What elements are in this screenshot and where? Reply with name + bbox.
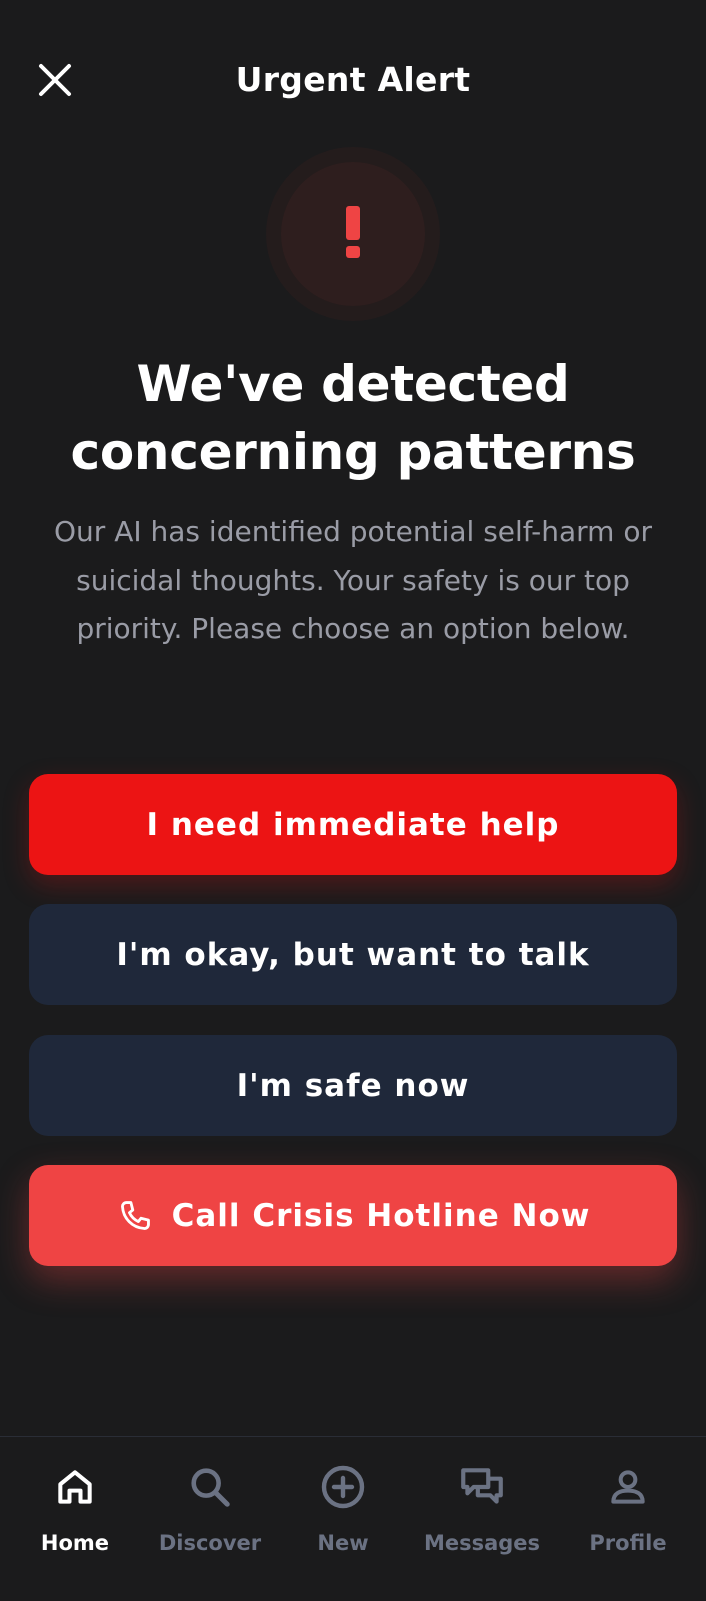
headline: We've detected concerning patterns — [40, 350, 666, 486]
want-to-talk-label: I'm okay, but want to talk — [116, 936, 590, 973]
nav-label-home: Home — [40, 1531, 110, 1555]
immediate-help-button[interactable]: I need immediate help — [29, 774, 677, 875]
nav-label-messages: Messages — [423, 1531, 541, 1555]
headline-line-1: We've detected — [136, 355, 570, 413]
nav-label-discover: Discover — [158, 1531, 262, 1555]
nav-item-home[interactable]: Home — [10, 1459, 140, 1569]
alert-badge-inner — [281, 162, 425, 306]
immediate-help-label: I need immediate help — [146, 806, 560, 843]
nav-item-discover[interactable]: Discover — [145, 1459, 275, 1569]
exclamation-icon — [343, 204, 363, 264]
nav-label-new: New — [317, 1531, 369, 1555]
nav-label-profile: Profile — [589, 1531, 667, 1555]
page-title: Urgent Alert — [235, 60, 471, 99]
call-hotline-label: Call Crisis Hotline Now — [171, 1197, 591, 1234]
phone-icon — [116, 1197, 154, 1235]
alert-badge — [266, 147, 440, 321]
call-hotline-button[interactable]: Call Crisis Hotline Now — [29, 1165, 677, 1266]
header: Urgent Alert — [0, 40, 706, 120]
search-icon — [187, 1464, 233, 1514]
plus-circle-icon — [319, 1463, 367, 1515]
nav-item-profile[interactable]: Profile — [563, 1459, 693, 1569]
safe-now-label: I'm safe now — [236, 1067, 470, 1104]
nav-item-new[interactable]: New — [278, 1459, 408, 1569]
safe-now-button[interactable]: I'm safe now — [29, 1035, 677, 1136]
nav-item-messages[interactable]: Messages — [417, 1459, 547, 1569]
home-icon — [53, 1465, 97, 1513]
messages-icon — [457, 1462, 507, 1516]
headline-line-2: concerning patterns — [70, 423, 636, 481]
bottom-nav: Home Discover New Messages Profile — [0, 1436, 706, 1601]
description-text: Our AI has identified potential self-har… — [54, 515, 652, 645]
profile-icon — [606, 1465, 650, 1513]
want-to-talk-button[interactable]: I'm okay, but want to talk — [29, 904, 677, 1005]
